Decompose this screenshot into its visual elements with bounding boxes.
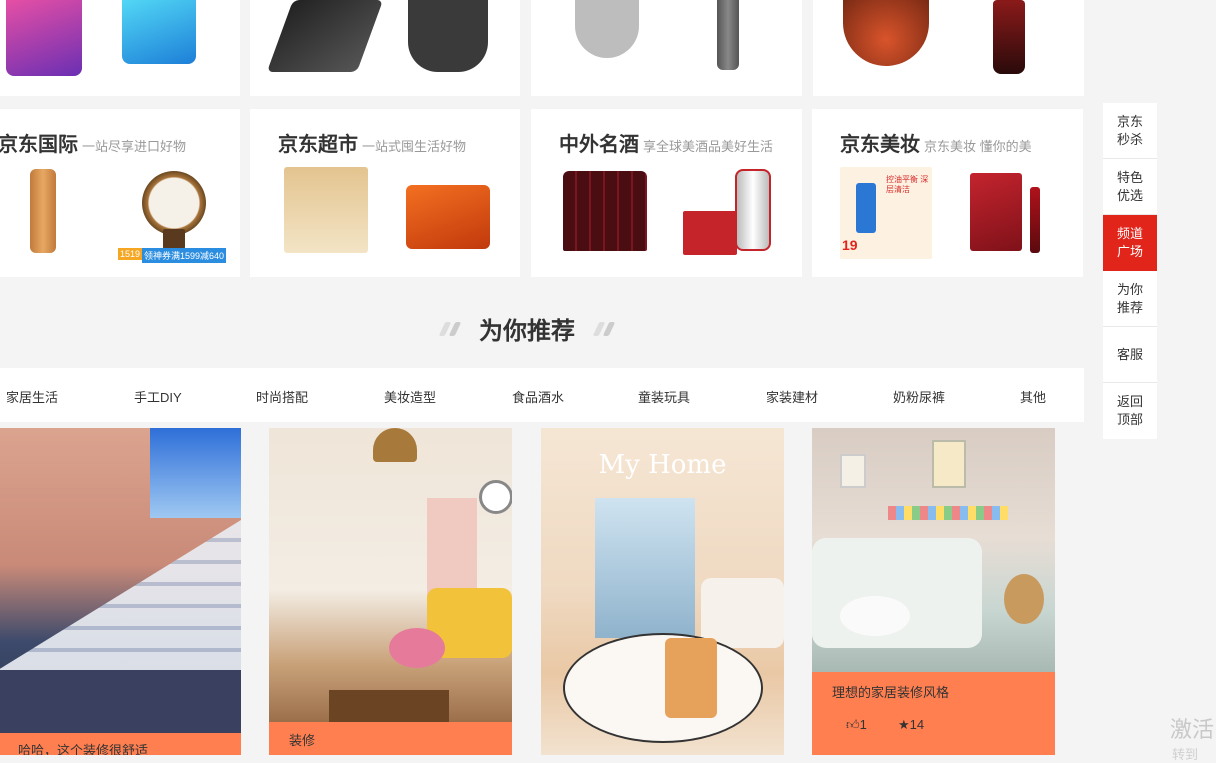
channel-subtitle: 享全球美酒品美好生活 (643, 139, 774, 154)
watch-image (142, 171, 206, 235)
sofa (701, 578, 784, 648)
wall-art (840, 454, 866, 488)
channel-card-jd-international[interactable]: 京东国际 一站尽享进口好物 1519 领神券满1599减640 (0, 109, 240, 277)
beer-cans-image (683, 211, 737, 255)
wireless-charger-image (266, 0, 384, 72)
elevator-item-recommend[interactable]: 为你推荐 (1103, 271, 1157, 327)
floor (0, 670, 241, 733)
pendant-lamp (373, 428, 417, 462)
feed-card[interactable]: 哈哈，这个装修很舒适 (0, 428, 241, 755)
elevator-item-customer-service[interactable]: 客服 (1103, 327, 1157, 383)
channel-subtitle: 京东美妆 懂你的美 (924, 139, 1032, 154)
feed-image-bedroom (812, 428, 1055, 672)
side-table (665, 638, 717, 718)
thermos-image (30, 169, 56, 253)
cleanser-tube-image (856, 183, 876, 233)
thumbs-up-icon: 👍︎ (846, 717, 860, 732)
tab-beauty-styling[interactable]: 美妆造型 (384, 387, 436, 406)
wine-bottles-image (563, 171, 647, 251)
channel-title: 中外名酒 (559, 134, 639, 156)
beauty-price: 19 (842, 237, 858, 253)
top-card-food[interactable] (813, 0, 1084, 96)
phone-image-purple (6, 0, 82, 76)
channel-header: 京东国际 一站尽享进口好物 (0, 128, 186, 157)
star-icon: ★ (898, 717, 910, 732)
activation-watermark-sub: 转到 (1172, 747, 1199, 762)
my-home-text: My Home (598, 450, 727, 480)
balcony-window (595, 498, 695, 638)
channel-title: 京东超市 (278, 134, 358, 156)
like-count[interactable]: 👍︎1 (846, 717, 867, 733)
channel-header: 京东美妆 京东美妆 懂你的美 (840, 128, 1032, 157)
top-card-phones[interactable] (0, 0, 240, 96)
noodle-bowl-image (843, 0, 929, 66)
channel-card-famous-wine[interactable]: 中外名酒 享全球美酒品美好生活 (531, 109, 802, 277)
channel-title: 京东美妆 (840, 134, 920, 156)
channel-title: 京东国际 (0, 134, 78, 156)
like-count-value: 1 (859, 717, 867, 732)
round-rug (563, 633, 763, 743)
beer-can-image (735, 169, 771, 251)
tab-home-living[interactable]: 家居生活 (6, 387, 58, 406)
section-title: 为你推荐 (0, 311, 1054, 346)
section-title-text: 为你推荐 (479, 318, 575, 345)
sky-window (150, 428, 241, 518)
tab-food-drinks[interactable]: 食品酒水 (512, 387, 564, 406)
feed-title: 装修 (289, 733, 316, 748)
price-badge: 1519 (118, 248, 143, 260)
feed-card[interactable]: 装修 (269, 428, 512, 755)
channel-subtitle: 一站尽享进口好物 (82, 139, 187, 154)
feed-image-living-room (269, 428, 512, 722)
tab-other[interactable]: 其他 (1020, 387, 1046, 406)
feed-card[interactable]: My Home (541, 428, 784, 755)
elevator-item-channel-square[interactable]: 频道广场 (1103, 215, 1157, 271)
stair-steps (0, 520, 241, 670)
feed-card[interactable]: 理想的家居装修风格 👍︎1 ★14 (812, 428, 1055, 755)
bookshelf (888, 506, 1008, 520)
feed-title: 哈哈，这个装修很舒适 (18, 743, 149, 755)
top-card-travel[interactable] (531, 0, 802, 96)
star-count-value: 14 (909, 717, 925, 732)
star-count[interactable]: ★14 (898, 717, 924, 733)
tab-baby-formula[interactable]: 奶粉尿裤 (893, 387, 945, 406)
tab-home-building[interactable]: 家装建材 (766, 387, 818, 406)
channel-card-jd-supermarket[interactable]: 京东超市 一站式囤生活好物 (250, 109, 520, 277)
flower-vase (389, 628, 445, 668)
soy-sauce-image (993, 0, 1025, 74)
tissue-box-image (284, 167, 368, 253)
channel-subtitle: 一站式囤生活好物 (362, 139, 467, 154)
car-holder-image (408, 0, 488, 72)
wooden-stool (1004, 574, 1044, 624)
vacuum-bottle-image (717, 0, 739, 70)
instant-noodle-image (406, 185, 490, 249)
channel-header: 京东超市 一站式囤生活好物 (278, 128, 466, 157)
wall-clock (479, 480, 512, 514)
elevator-item-back-to-top[interactable]: 返回顶部 (1103, 383, 1157, 439)
phone-image-blue (122, 0, 196, 64)
elevator-nav: 京东秒杀 特色优选 频道广场 为你推荐 客服 返回顶部 (1103, 103, 1157, 439)
elevator-item-seckill[interactable]: 京东秒杀 (1103, 103, 1157, 159)
feed-image-my-home: My Home (541, 428, 784, 755)
promo-badge: 领神券满1599减640 (142, 248, 227, 263)
dog (840, 596, 910, 636)
lipstick-image (1030, 187, 1040, 253)
channel-card-jd-beauty[interactable]: 京东美妆 京东美妆 懂你的美 控油平衡 深层清洁 19 (812, 109, 1083, 277)
coffee-table (329, 690, 449, 722)
feed-title: 理想的家居装修风格 (832, 685, 950, 700)
title-decoration-left (449, 321, 462, 336)
tab-fashion[interactable]: 时尚搭配 (256, 387, 308, 406)
watch-strap-image (163, 229, 185, 249)
category-tabs: 家居生活 手工DIY 时尚搭配 美妆造型 食品酒水 童装玩具 家装建材 奶粉尿裤… (0, 368, 1084, 422)
feed-image-staircase (0, 428, 241, 733)
tab-kids-toys[interactable]: 童装玩具 (638, 387, 690, 406)
neck-pillow-image (575, 0, 639, 58)
tab-handmade-diy[interactable]: 手工DIY (134, 387, 182, 406)
top-card-accessories[interactable] (250, 0, 520, 96)
cleanser-tag: 控油平衡 深层清洁 (886, 175, 929, 194)
elevator-item-featured[interactable]: 特色优选 (1103, 159, 1157, 215)
gift-box-image (970, 173, 1022, 251)
channel-header: 中外名酒 享全球美酒品美好生活 (559, 128, 773, 157)
activation-watermark: 激活 (1170, 717, 1215, 742)
wall-art (932, 440, 966, 488)
